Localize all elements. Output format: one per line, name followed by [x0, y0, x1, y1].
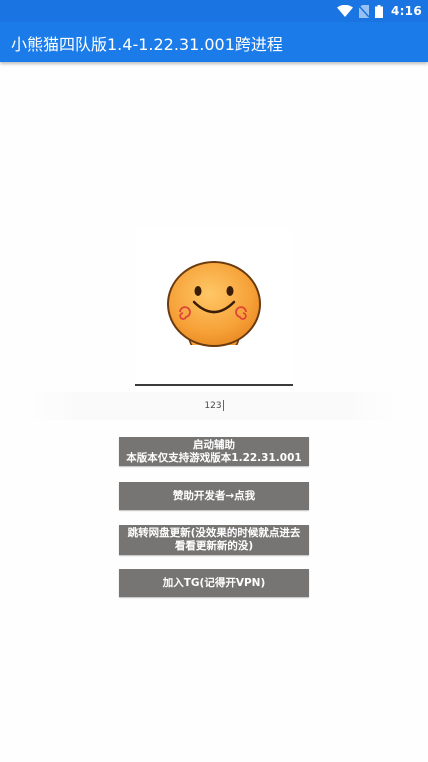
start-assist-sublabel: 本版本仅支持游戏版本1.22.31.001: [126, 451, 302, 464]
start-assist-label: 启动辅助: [193, 438, 235, 451]
wifi-icon: [336, 5, 353, 17]
status-bar: 4:16: [0, 0, 428, 22]
input-underline: [135, 384, 293, 386]
status-time: 4:16: [390, 4, 422, 18]
app-bar: 小熊猫四队版1.4-1.22.31.001跨进程: [0, 22, 428, 62]
app-screen: 4:16 小熊猫四队版1.4-1.22.31.001跨进程 123 启动辅助 本…: [0, 0, 428, 762]
code-input-value: 123: [204, 401, 222, 411]
start-assist-button[interactable]: 启动辅助 本版本仅支持游戏版本1.22.31.001: [119, 437, 309, 466]
cloud-update-sublabel: 看看更新新的没): [174, 540, 254, 552]
smiley-face-icon: [167, 261, 261, 353]
sponsor-developer-label: 赞助开发者→点我: [172, 489, 256, 502]
text-caret: [222, 400, 224, 411]
cloud-update-button[interactable]: 跳转网盘更新(没效果的时候就点进去 看看更新新的没): [119, 525, 309, 555]
join-telegram-label: 加入TG(记得开VPN): [162, 576, 266, 589]
no-sim-icon: [358, 4, 369, 18]
join-telegram-button[interactable]: 加入TG(记得开VPN): [119, 569, 309, 597]
cloud-update-label: 跳转网盘更新(没效果的时候就点进去: [127, 527, 301, 539]
code-input[interactable]: 123: [26, 392, 402, 420]
avatar-image: [136, 228, 292, 384]
sponsor-developer-button[interactable]: 赞助开发者→点我: [119, 482, 309, 510]
app-title: 小熊猫四队版1.4-1.22.31.001跨进程: [11, 35, 283, 54]
status-icons: 4:16: [336, 2, 422, 20]
battery-icon: [374, 4, 383, 18]
